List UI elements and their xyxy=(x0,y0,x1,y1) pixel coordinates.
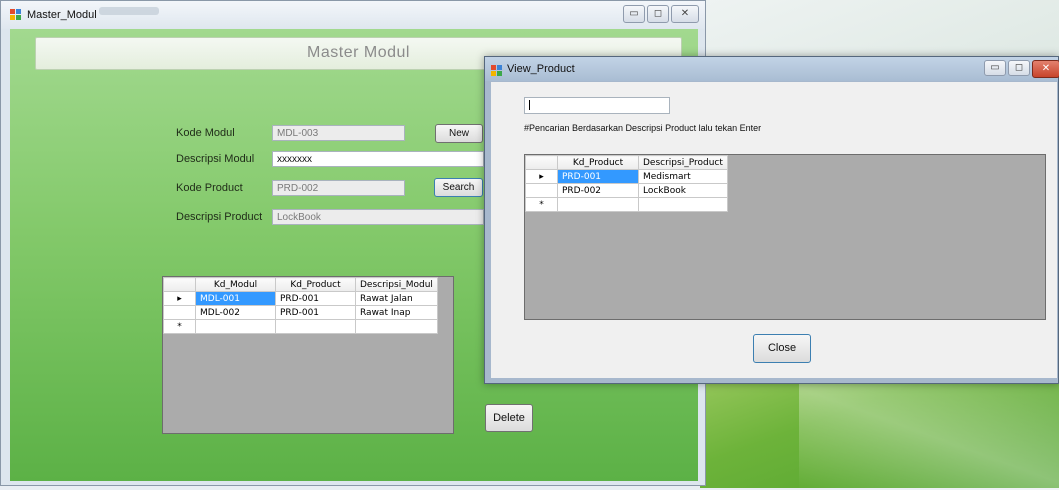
window-title: View_Product xyxy=(507,63,575,75)
grid-cell[interactable]: LockBook xyxy=(638,183,728,198)
table-row[interactable]: ▸ PRD-001 Medismart xyxy=(525,169,728,184)
new-row[interactable]: * xyxy=(163,319,438,334)
search-hint: #Pencarian Berdasarkan Descripsi Product… xyxy=(524,123,762,133)
grid-cell[interactable] xyxy=(638,197,728,212)
row-header xyxy=(525,183,558,198)
minimize-button[interactable]: ▭ xyxy=(984,60,1006,76)
grid-header-row: Kd_Product Descripsi_Product xyxy=(525,155,728,170)
label-descripsi-product: Descripsi Product xyxy=(176,211,263,223)
label-kode-product: Kode Product xyxy=(176,182,243,194)
label-kode-modul: Kode Modul xyxy=(176,127,235,139)
descripsi-product-field[interactable]: LockBook xyxy=(272,209,484,225)
search-button[interactable]: Search xyxy=(434,178,483,197)
close-icon[interactable]: ✕ xyxy=(1032,60,1059,78)
view-product-titlebar[interactable]: View_Product ▭ ◻ ✕ xyxy=(485,57,1059,81)
grid-cell[interactable] xyxy=(355,319,438,334)
descripsi-modul-field[interactable]: xxxxxxx xyxy=(272,151,484,167)
app-icon xyxy=(10,9,22,21)
grid-cell[interactable] xyxy=(557,197,639,212)
column-header[interactable]: Kd_Product xyxy=(557,155,639,170)
current-row-indicator: ▸ xyxy=(163,291,196,306)
new-row-indicator: * xyxy=(163,319,196,334)
view-product-window: View_Product ▭ ◻ ✕ #Pencarian Berdasarka… xyxy=(484,56,1059,384)
grid-cell[interactable]: MDL-001 xyxy=(195,291,276,306)
column-header[interactable]: Kd_Product xyxy=(275,277,356,292)
table-row[interactable]: PRD-002 LockBook xyxy=(525,183,728,198)
kode-product-field[interactable]: PRD-002 xyxy=(272,180,405,196)
grid-cell[interactable] xyxy=(195,319,276,334)
column-header[interactable]: Descripsi_Product xyxy=(638,155,728,170)
label-descripsi-modul: Descripsi Modul xyxy=(176,153,255,165)
new-button[interactable]: New xyxy=(435,124,483,143)
window-title: Master_Modul xyxy=(27,9,97,21)
grid-cell[interactable]: Rawat Inap xyxy=(355,305,438,320)
blurred-menu xyxy=(99,7,159,15)
product-grid[interactable]: Kd_Product Descripsi_Product ▸ PRD-001 M… xyxy=(524,154,1046,320)
kode-modul-field[interactable]: MDL-003 xyxy=(272,125,405,141)
grid-cell[interactable]: Rawat Jalan xyxy=(355,291,438,306)
close-button[interactable]: Close xyxy=(753,334,811,363)
table-row[interactable]: ▸ MDL-001 PRD-001 Rawat Jalan xyxy=(163,291,438,306)
new-row-indicator: * xyxy=(525,197,558,212)
text-cursor xyxy=(529,100,530,111)
grid-cell[interactable]: PRD-001 xyxy=(275,291,356,306)
current-row-indicator: ▸ xyxy=(525,169,558,184)
maximize-button[interactable]: ◻ xyxy=(647,5,669,23)
grid-header-row: Kd_Modul Kd_Product Descripsi_Modul xyxy=(163,277,438,292)
delete-button[interactable]: Delete xyxy=(485,404,533,432)
view-product-body: #Pencarian Berdasarkan Descripsi Product… xyxy=(491,82,1057,378)
new-row[interactable]: * xyxy=(525,197,728,212)
grid-cell[interactable] xyxy=(275,319,356,334)
grid-cell[interactable]: Medismart xyxy=(638,169,728,184)
minimize-button[interactable]: ▭ xyxy=(623,5,645,23)
column-header[interactable]: Kd_Modul xyxy=(195,277,276,292)
modul-grid[interactable]: Kd_Modul Kd_Product Descripsi_Modul ▸ MD… xyxy=(162,276,454,434)
row-header-corner xyxy=(525,155,558,170)
grid-cell[interactable]: PRD-001 xyxy=(557,169,639,184)
maximize-button[interactable]: ◻ xyxy=(1008,60,1030,76)
close-button[interactable]: ✕ xyxy=(671,5,699,23)
table-row[interactable]: MDL-002 PRD-001 Rawat Inap xyxy=(163,305,438,320)
grid-cell[interactable]: MDL-002 xyxy=(195,305,276,320)
column-header[interactable]: Descripsi_Modul xyxy=(355,277,438,292)
app-icon xyxy=(491,65,503,77)
master-titlebar[interactable]: Master_Modul ▭ ◻ ✕ xyxy=(1,1,705,29)
search-input[interactable] xyxy=(524,97,670,114)
grid-cell[interactable]: PRD-001 xyxy=(275,305,356,320)
grid-cell[interactable]: PRD-002 xyxy=(557,183,639,198)
row-header xyxy=(163,305,196,320)
row-header-corner xyxy=(163,277,196,292)
